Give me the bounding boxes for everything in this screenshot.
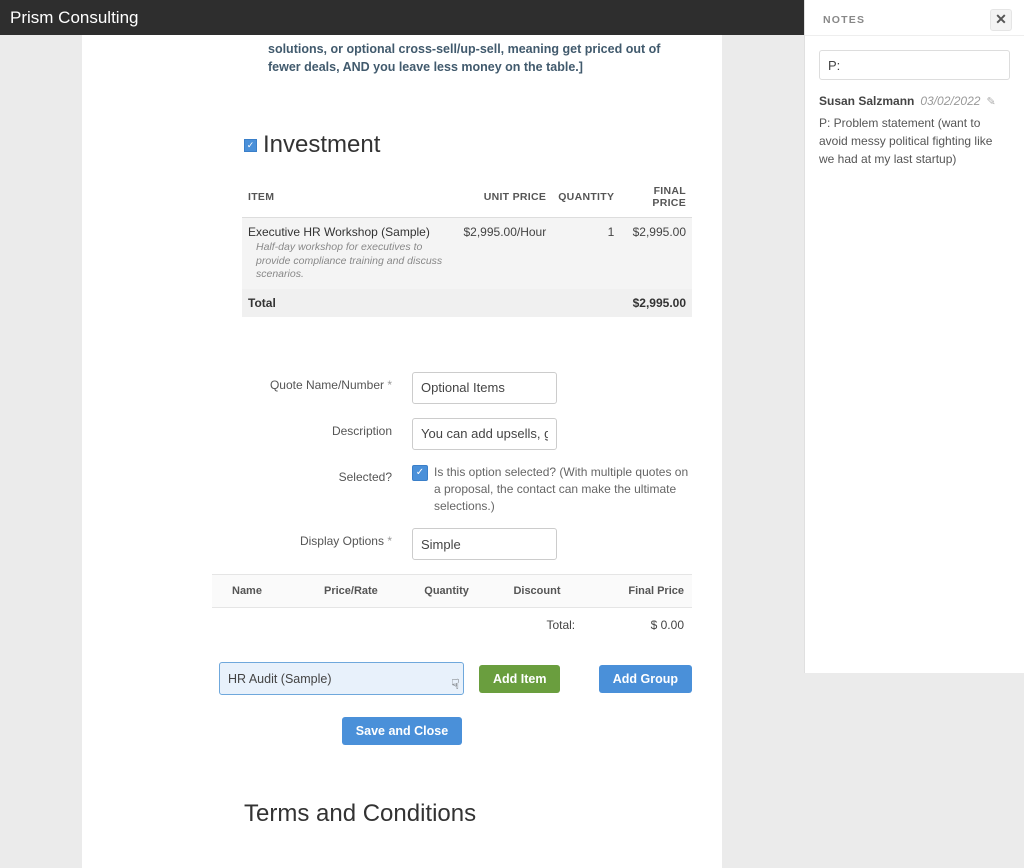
- col-qty: Quantity: [402, 575, 491, 608]
- item-desc: Half-day workshop for executives to prov…: [248, 241, 451, 282]
- notes-input[interactable]: [819, 50, 1010, 80]
- col-name: Name: [212, 575, 299, 608]
- note-date: 03/02/2022: [920, 94, 980, 108]
- item-name: Executive HR Workshop (Sample): [248, 225, 451, 239]
- company-title: Prism Consulting: [10, 8, 139, 28]
- investment-heading: ✓ Investment: [244, 131, 722, 159]
- selected-label: Selected?: [112, 464, 412, 484]
- investment-table: ITEM UNIT PRICE QUANTITY FINAL PRICE Exe…: [242, 177, 692, 317]
- display-options-label: Display Options *: [112, 528, 412, 548]
- pencil-icon[interactable]: ✎: [986, 95, 995, 108]
- quote-form: Quote Name/Number * Description Selected…: [112, 372, 692, 560]
- selected-checkbox[interactable]: ✓: [412, 465, 428, 481]
- description-input[interactable]: [412, 418, 557, 450]
- terms-heading: Terms and Conditions: [244, 800, 722, 828]
- line-total-value: $ 0.00: [583, 608, 692, 643]
- col-quantity: QUANTITY: [552, 177, 620, 218]
- investment-title: Investment: [263, 131, 380, 159]
- display-options-input[interactable]: [412, 528, 557, 560]
- section-checkbox-icon[interactable]: ✓: [244, 139, 257, 152]
- selected-help: Is this option selected? (With multiple …: [434, 464, 692, 514]
- col-discount: Discount: [491, 575, 583, 608]
- total-value: $2,995.00: [620, 289, 692, 317]
- notes-panel: NOTES ✕ Susan Salzmann 03/02/2022 ✎ P: P…: [804, 0, 1024, 673]
- quote-name-input[interactable]: [412, 372, 557, 404]
- quote-name-label: Quote Name/Number *: [112, 372, 412, 392]
- line-items-table: Name Price/Rate Quantity Discount Final …: [212, 574, 692, 642]
- add-item-button[interactable]: Add Item: [479, 665, 560, 693]
- item-unit-price: $2,995.00/Hour: [457, 218, 552, 289]
- col-final-price: FINAL PRICE: [620, 177, 692, 218]
- add-group-button[interactable]: Add Group: [599, 665, 692, 693]
- total-label: Total: [242, 289, 457, 317]
- notes-panel-label: NOTES: [823, 14, 865, 26]
- description-label: Description: [112, 418, 412, 438]
- item-final-price: $2,995.00: [620, 218, 692, 289]
- table-row: Executive HR Workshop (Sample) Half-day …: [242, 218, 692, 289]
- col-price: Price/Rate: [299, 575, 402, 608]
- proposal-document: solutions, or optional cross-sell/up-sel…: [82, 35, 722, 868]
- note-author: Susan Salzmann: [819, 94, 914, 108]
- note-text: P: Problem statement (want to avoid mess…: [819, 114, 1010, 168]
- col-final: Final Price: [583, 575, 692, 608]
- notes-close-button[interactable]: ✕: [990, 9, 1012, 31]
- intro-paragraph: solutions, or optional cross-sell/up-sel…: [82, 41, 722, 76]
- item-quantity: 1: [552, 218, 620, 289]
- col-unit-price: UNIT PRICE: [457, 177, 552, 218]
- item-select-input[interactable]: [219, 662, 464, 695]
- save-and-close-button[interactable]: Save and Close: [342, 717, 462, 745]
- col-item: ITEM: [242, 177, 457, 218]
- line-total-label: Total:: [491, 608, 583, 643]
- add-item-row: ☟ Add Item Add Group: [219, 662, 692, 695]
